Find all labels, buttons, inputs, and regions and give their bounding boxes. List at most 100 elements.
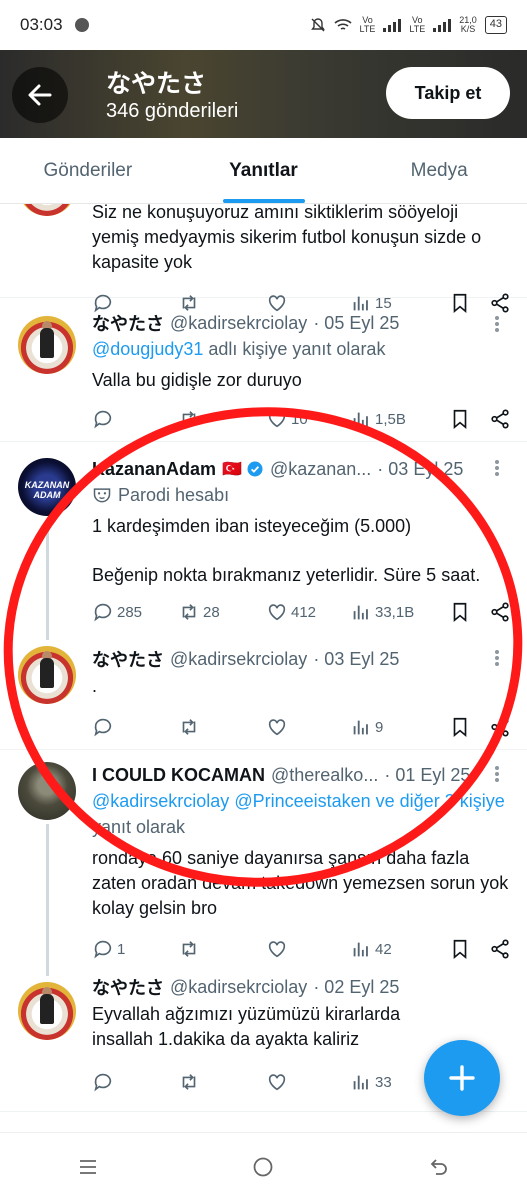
profile-header: なやたさ 346 gönderileri Takip et xyxy=(0,50,527,138)
author-name[interactable]: KazananAdam xyxy=(92,459,216,480)
retweet-button[interactable] xyxy=(178,716,266,738)
heart-icon xyxy=(268,604,286,621)
compose-button[interactable] xyxy=(424,1040,500,1116)
tweet-actions: 285 28 412 33,1B xyxy=(92,592,511,632)
retweet-button[interactable] xyxy=(178,938,266,960)
views-icon xyxy=(353,1075,368,1090)
views-icon xyxy=(353,942,368,957)
author-handle[interactable]: @kadirsekrciolay xyxy=(170,649,307,670)
author-handle[interactable]: @therealko... xyxy=(271,765,378,786)
reply-context: @dougjudy31 adlı kişiye yanıt olarak xyxy=(92,339,386,359)
avatar[interactable] xyxy=(18,646,76,704)
author-name[interactable]: なやたさ xyxy=(92,310,164,336)
views-count: 42 xyxy=(375,940,392,958)
share-icon[interactable] xyxy=(489,716,511,738)
avatar[interactable] xyxy=(18,204,76,216)
share-icon[interactable] xyxy=(489,408,511,430)
tweet[interactable]: なやたさ @kadirsekrciolay · 03 Eyl 25 . 9 xyxy=(0,636,527,750)
like-button[interactable]: 10 xyxy=(266,408,350,430)
avatar[interactable] xyxy=(18,316,76,374)
likes-count: 412 xyxy=(291,603,317,621)
status-bar: 03:03 Vo LTE Vo LTE 21,0 K/S 43 xyxy=(0,0,527,50)
tweet-text: 1 kardeşimden iban isteyeceğim (5.000) B… xyxy=(92,516,481,585)
reply-icon xyxy=(94,603,112,622)
reply-icon xyxy=(94,718,112,737)
reply-button[interactable]: 285 xyxy=(92,601,178,623)
back-button[interactable] xyxy=(12,67,68,123)
reply-context: @kadirsekrciolay @Princeeistaken ve diğe… xyxy=(92,791,505,837)
heart-icon xyxy=(268,1074,286,1091)
tweet[interactable]: KAZANAN ADAM KazananAdam 🇹🇷 @kazanan... … xyxy=(0,442,527,640)
reply-button[interactable]: 1 xyxy=(92,938,178,960)
avatar[interactable] xyxy=(18,762,76,820)
tweet-text-top: Siz ne konuşuyoruz amını siktiklerim söö… xyxy=(92,204,459,222)
avatar-text: KAZANAN ADAM xyxy=(24,480,70,500)
author-handle[interactable]: @kadirsekrciolay xyxy=(170,313,307,334)
retweet-icon xyxy=(182,604,196,620)
like-button[interactable] xyxy=(266,1071,350,1093)
like-button[interactable] xyxy=(266,716,350,738)
more-options-button[interactable] xyxy=(489,648,505,668)
reply-button[interactable] xyxy=(92,1071,178,1093)
tweet[interactable]: Siz ne konuşuyoruz amını siktiklerim söö… xyxy=(0,204,527,314)
reply-icon xyxy=(94,410,112,429)
message-notification-icon xyxy=(74,18,89,32)
tab-replies[interactable]: Yanıtlar xyxy=(176,138,352,203)
retweet-button[interactable] xyxy=(178,1071,266,1093)
tab-posts[interactable]: Gönderiler xyxy=(0,138,176,203)
net-speed-unit: K/S xyxy=(460,24,476,34)
bookmark-icon[interactable] xyxy=(449,716,471,738)
views-count: 33,1B xyxy=(375,603,415,621)
retweet-button[interactable]: 28 xyxy=(178,601,266,623)
views-button[interactable]: 1,5B xyxy=(350,408,438,430)
avatar[interactable]: KAZANAN ADAM xyxy=(18,458,76,516)
system-nav-bar xyxy=(0,1132,527,1200)
share-icon[interactable] xyxy=(489,938,511,960)
reply-button[interactable] xyxy=(92,716,178,738)
bookmark-icon[interactable] xyxy=(449,938,471,960)
like-button[interactable] xyxy=(266,938,350,960)
reply-icon xyxy=(94,1073,112,1092)
views-button[interactable]: 9 xyxy=(350,716,438,738)
plus-icon xyxy=(449,1065,475,1091)
follow-button[interactable]: Takip et xyxy=(386,67,510,119)
reply-button[interactable] xyxy=(92,408,178,430)
replies-count: 1 xyxy=(117,940,126,958)
status-time: 03:03 xyxy=(20,15,63,34)
heart-icon xyxy=(268,719,286,736)
author-handle[interactable]: @kazanan... xyxy=(270,459,371,480)
reply-to-link[interactable]: @dougjudy31 xyxy=(92,339,203,359)
tweet[interactable]: なやたさ @kadirsekrciolay · 05 Eyl 25 @dougj… xyxy=(0,298,527,442)
author-name[interactable]: なやたさ xyxy=(92,974,164,1000)
retweet-icon xyxy=(182,1074,196,1090)
views-button[interactable]: 33,1B xyxy=(350,601,438,623)
views-icon xyxy=(353,720,368,735)
bookmark-icon[interactable] xyxy=(449,408,471,430)
more-options-button[interactable] xyxy=(489,458,505,478)
replies-feed[interactable]: Siz ne konuşuyoruz amını siktiklerim söö… xyxy=(0,204,527,1132)
share-icon[interactable] xyxy=(489,601,511,623)
tweet[interactable]: I COULD KOCAMAN @therealko... · 01 Eyl 2… xyxy=(0,750,527,976)
avatar[interactable] xyxy=(18,982,76,1040)
post-count: 346 gönderileri xyxy=(106,100,239,122)
views-count: 9 xyxy=(375,718,384,736)
back-icon[interactable] xyxy=(427,1155,451,1179)
author-name[interactable]: I COULD KOCAMAN xyxy=(92,765,265,786)
like-button[interactable]: 412 xyxy=(266,601,350,623)
author-name[interactable]: なやたさ xyxy=(92,646,164,672)
bookmark-icon[interactable] xyxy=(449,601,471,623)
tweet-date: · 01 Eyl 25 xyxy=(384,764,471,785)
tweet-date: · 05 Eyl 25 xyxy=(313,312,400,333)
more-options-button[interactable] xyxy=(489,314,505,334)
tweet-text: Valla bu gidişle zor duruyo xyxy=(92,370,302,390)
replies-count: 285 xyxy=(117,603,143,621)
views-count: 1,5B xyxy=(375,410,406,428)
more-options-button[interactable] xyxy=(489,764,505,784)
retweet-button[interactable] xyxy=(178,408,266,430)
views-button[interactable]: 42 xyxy=(350,938,438,960)
home-icon[interactable] xyxy=(251,1155,275,1179)
reply-to-link[interactable]: @kadirsekrciolay @Princeeistaken ve diğe… xyxy=(92,791,505,811)
author-handle[interactable]: @kadirsekrciolay xyxy=(170,977,307,998)
recent-apps-icon[interactable] xyxy=(76,1155,100,1179)
tab-media[interactable]: Medya xyxy=(351,138,527,203)
